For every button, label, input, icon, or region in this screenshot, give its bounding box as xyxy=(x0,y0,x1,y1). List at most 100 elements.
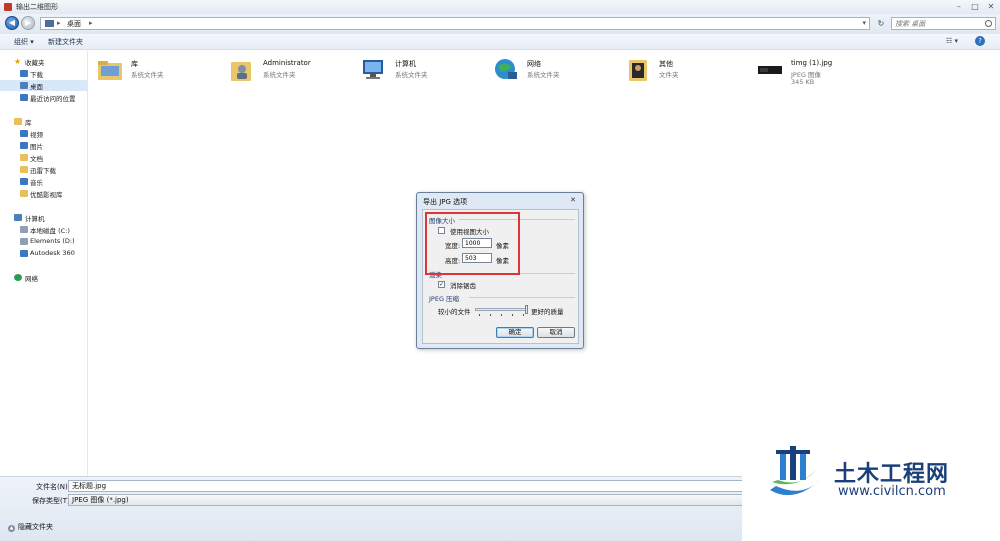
better-quality-label: 更好的质量 xyxy=(531,308,564,316)
window-title: 输出二维图形 xyxy=(16,3,58,11)
organize-button[interactable]: 组织 ▾ xyxy=(14,37,34,47)
file-item-network[interactable]: 网络 系统文件夹 xyxy=(493,57,623,89)
folder-icon xyxy=(20,190,28,197)
nav-item-autodesk-360[interactable]: Autodesk 360 xyxy=(0,248,87,259)
nav-item-libraries[interactable]: 库 xyxy=(0,116,87,127)
file-item-other[interactable]: 其他 文件夹 xyxy=(625,57,755,89)
desktop-icon xyxy=(20,82,28,89)
navigation-pane: ★ 收藏夹 下载 桌面 最近访问的位置 库 视频 图片 文档 迅雷下载 音乐 优… xyxy=(0,51,88,476)
nav-item-label: 图片 xyxy=(30,143,43,151)
file-item-timg[interactable]: timg (1).jpg JPEG 图像 345 KB xyxy=(757,57,887,89)
file-type: 系统文件夹 xyxy=(131,71,164,79)
nav-item-label: 库 xyxy=(25,119,32,127)
search-input[interactable] xyxy=(895,19,983,29)
computer-icon xyxy=(14,214,22,221)
app-icon xyxy=(4,3,12,11)
breadcrumb-desktop[interactable]: 桌面 xyxy=(67,19,81,29)
nav-item-label: 音乐 xyxy=(30,179,43,187)
network-icon xyxy=(14,274,22,281)
refresh-icon[interactable]: ↻ xyxy=(874,17,888,30)
nav-item-label: 桌面 xyxy=(30,83,43,91)
nav-item-label: 下载 xyxy=(30,71,43,79)
star-icon: ★ xyxy=(14,57,22,66)
dialog-title: 导出 JPG 选项 xyxy=(423,198,468,206)
nav-item-label: Autodesk 360 xyxy=(30,249,75,257)
nav-item-drive-c[interactable]: 本地磁盘 (C:) xyxy=(0,224,87,235)
slider-tick xyxy=(479,314,480,316)
jpeg-quality-slider-thumb[interactable] xyxy=(525,305,528,314)
chevron-up-icon: ▲ xyxy=(8,525,15,532)
nav-item-videos[interactable]: 视频 xyxy=(0,128,87,139)
hide-folders-button[interactable]: ▲ 隐藏文件夹 xyxy=(8,522,53,532)
nav-item-label: 最近访问的位置 xyxy=(30,95,76,103)
nav-item-downloads[interactable]: 下载 xyxy=(0,68,87,79)
close-icon[interactable]: ✕ xyxy=(986,2,996,12)
chevron-down-icon[interactable]: ▾ xyxy=(862,19,866,27)
antialias-label: 消除锯齿 xyxy=(450,282,476,290)
file-type: 系统文件夹 xyxy=(395,71,428,79)
nav-item-desktop[interactable]: 桌面 xyxy=(0,80,87,91)
file-name: Administrator xyxy=(263,59,311,67)
maximize-icon[interactable]: □ xyxy=(970,2,980,12)
filename-label: 文件名(N): xyxy=(36,483,71,491)
cloud-icon xyxy=(20,250,28,257)
file-type: 系统文件夹 xyxy=(263,71,296,79)
file-item-computer[interactable]: 计算机 系统文件夹 xyxy=(361,57,491,89)
nav-item-youku[interactable]: 优酷影视库 xyxy=(0,188,87,199)
window-controls: – □ ✕ xyxy=(954,2,996,12)
nav-item-drive-d[interactable]: Elements (D:) xyxy=(0,236,87,247)
file-name: 库 xyxy=(131,60,138,68)
file-item-administrator[interactable]: Administrator 系统文件夹 xyxy=(229,57,359,89)
nav-item-computer[interactable]: 计算机 xyxy=(0,212,87,223)
file-name: timg (1).jpg xyxy=(791,59,833,67)
library-folder-icon xyxy=(98,61,122,80)
jpeg-compression-group-label: JPEG 压缩 xyxy=(429,295,460,303)
slider-tick xyxy=(523,314,524,316)
file-type: 文件夹 xyxy=(659,71,679,79)
help-icon[interactable]: ? xyxy=(975,36,985,46)
desktop-icon xyxy=(45,20,54,27)
nav-item-label: 计算机 xyxy=(25,215,45,223)
forward-button[interactable]: ▶ xyxy=(21,16,35,30)
nav-item-label: 文档 xyxy=(30,155,43,163)
red-highlight-box xyxy=(425,212,520,275)
filetype-label: 保存类型(T): xyxy=(32,497,73,505)
breadcrumb-chevron-icon[interactable]: ▸ xyxy=(57,19,61,27)
nav-item-xunlei[interactable]: 迅雷下载 xyxy=(0,164,87,175)
search-icon[interactable] xyxy=(985,20,992,27)
group-divider xyxy=(469,297,575,298)
library-icon xyxy=(14,118,22,125)
picture-icon xyxy=(20,142,28,149)
antialias-checkbox[interactable]: ✓ xyxy=(438,281,445,288)
nav-item-recent[interactable]: 最近访问的位置 xyxy=(0,92,87,103)
save-dialog-window: 输出二维图形 – □ ✕ ◀ ▶ ▸ 桌面 ▸ ▾ ↻ 组织 ▾ 新建文件夹 ☷… xyxy=(0,0,1000,541)
ok-button[interactable]: 确定 xyxy=(496,327,534,338)
cancel-button[interactable]: 取消 xyxy=(537,327,575,338)
dialog-body: 图像大小 使用视图大小 宽度: 像素 高度: 像素 渲染 ✓ 消除锯齿 JPEG… xyxy=(422,209,579,344)
view-options-icon[interactable]: ☷ ▾ xyxy=(946,37,966,47)
computer-icon xyxy=(363,60,383,79)
nav-item-pictures[interactable]: 图片 xyxy=(0,140,87,151)
address-bar[interactable]: ▸ 桌面 ▸ ▾ xyxy=(40,17,870,30)
title-bar: 输出二维图形 – □ ✕ xyxy=(0,0,1000,14)
address-bar-area: ◀ ▶ ▸ 桌面 ▸ ▾ ↻ xyxy=(0,14,1000,34)
network-icon xyxy=(495,59,517,79)
file-name: 网络 xyxy=(527,60,541,68)
breadcrumb-chevron-icon[interactable]: ▸ xyxy=(89,19,93,27)
jpeg-quality-slider[interactable] xyxy=(475,308,527,311)
drive-icon xyxy=(20,226,28,233)
new-folder-button[interactable]: 新建文件夹 xyxy=(48,37,83,47)
file-item-library[interactable]: 库 系统文件夹 xyxy=(97,57,227,89)
nav-item-music[interactable]: 音乐 xyxy=(0,176,87,187)
nav-item-documents[interactable]: 文档 xyxy=(0,152,87,163)
nav-item-label: 网络 xyxy=(25,275,38,283)
nav-item-favorites[interactable]: ★ 收藏夹 xyxy=(0,56,87,68)
nav-item-network[interactable]: 网络 xyxy=(0,272,87,283)
user-folder-icon xyxy=(231,62,251,81)
close-icon[interactable]: ✕ xyxy=(567,196,579,205)
back-button[interactable]: ◀ xyxy=(5,16,19,30)
drive-icon xyxy=(20,238,28,245)
folder-icon xyxy=(20,70,28,77)
minimize-icon[interactable]: – xyxy=(954,2,964,12)
search-box[interactable] xyxy=(891,17,996,30)
